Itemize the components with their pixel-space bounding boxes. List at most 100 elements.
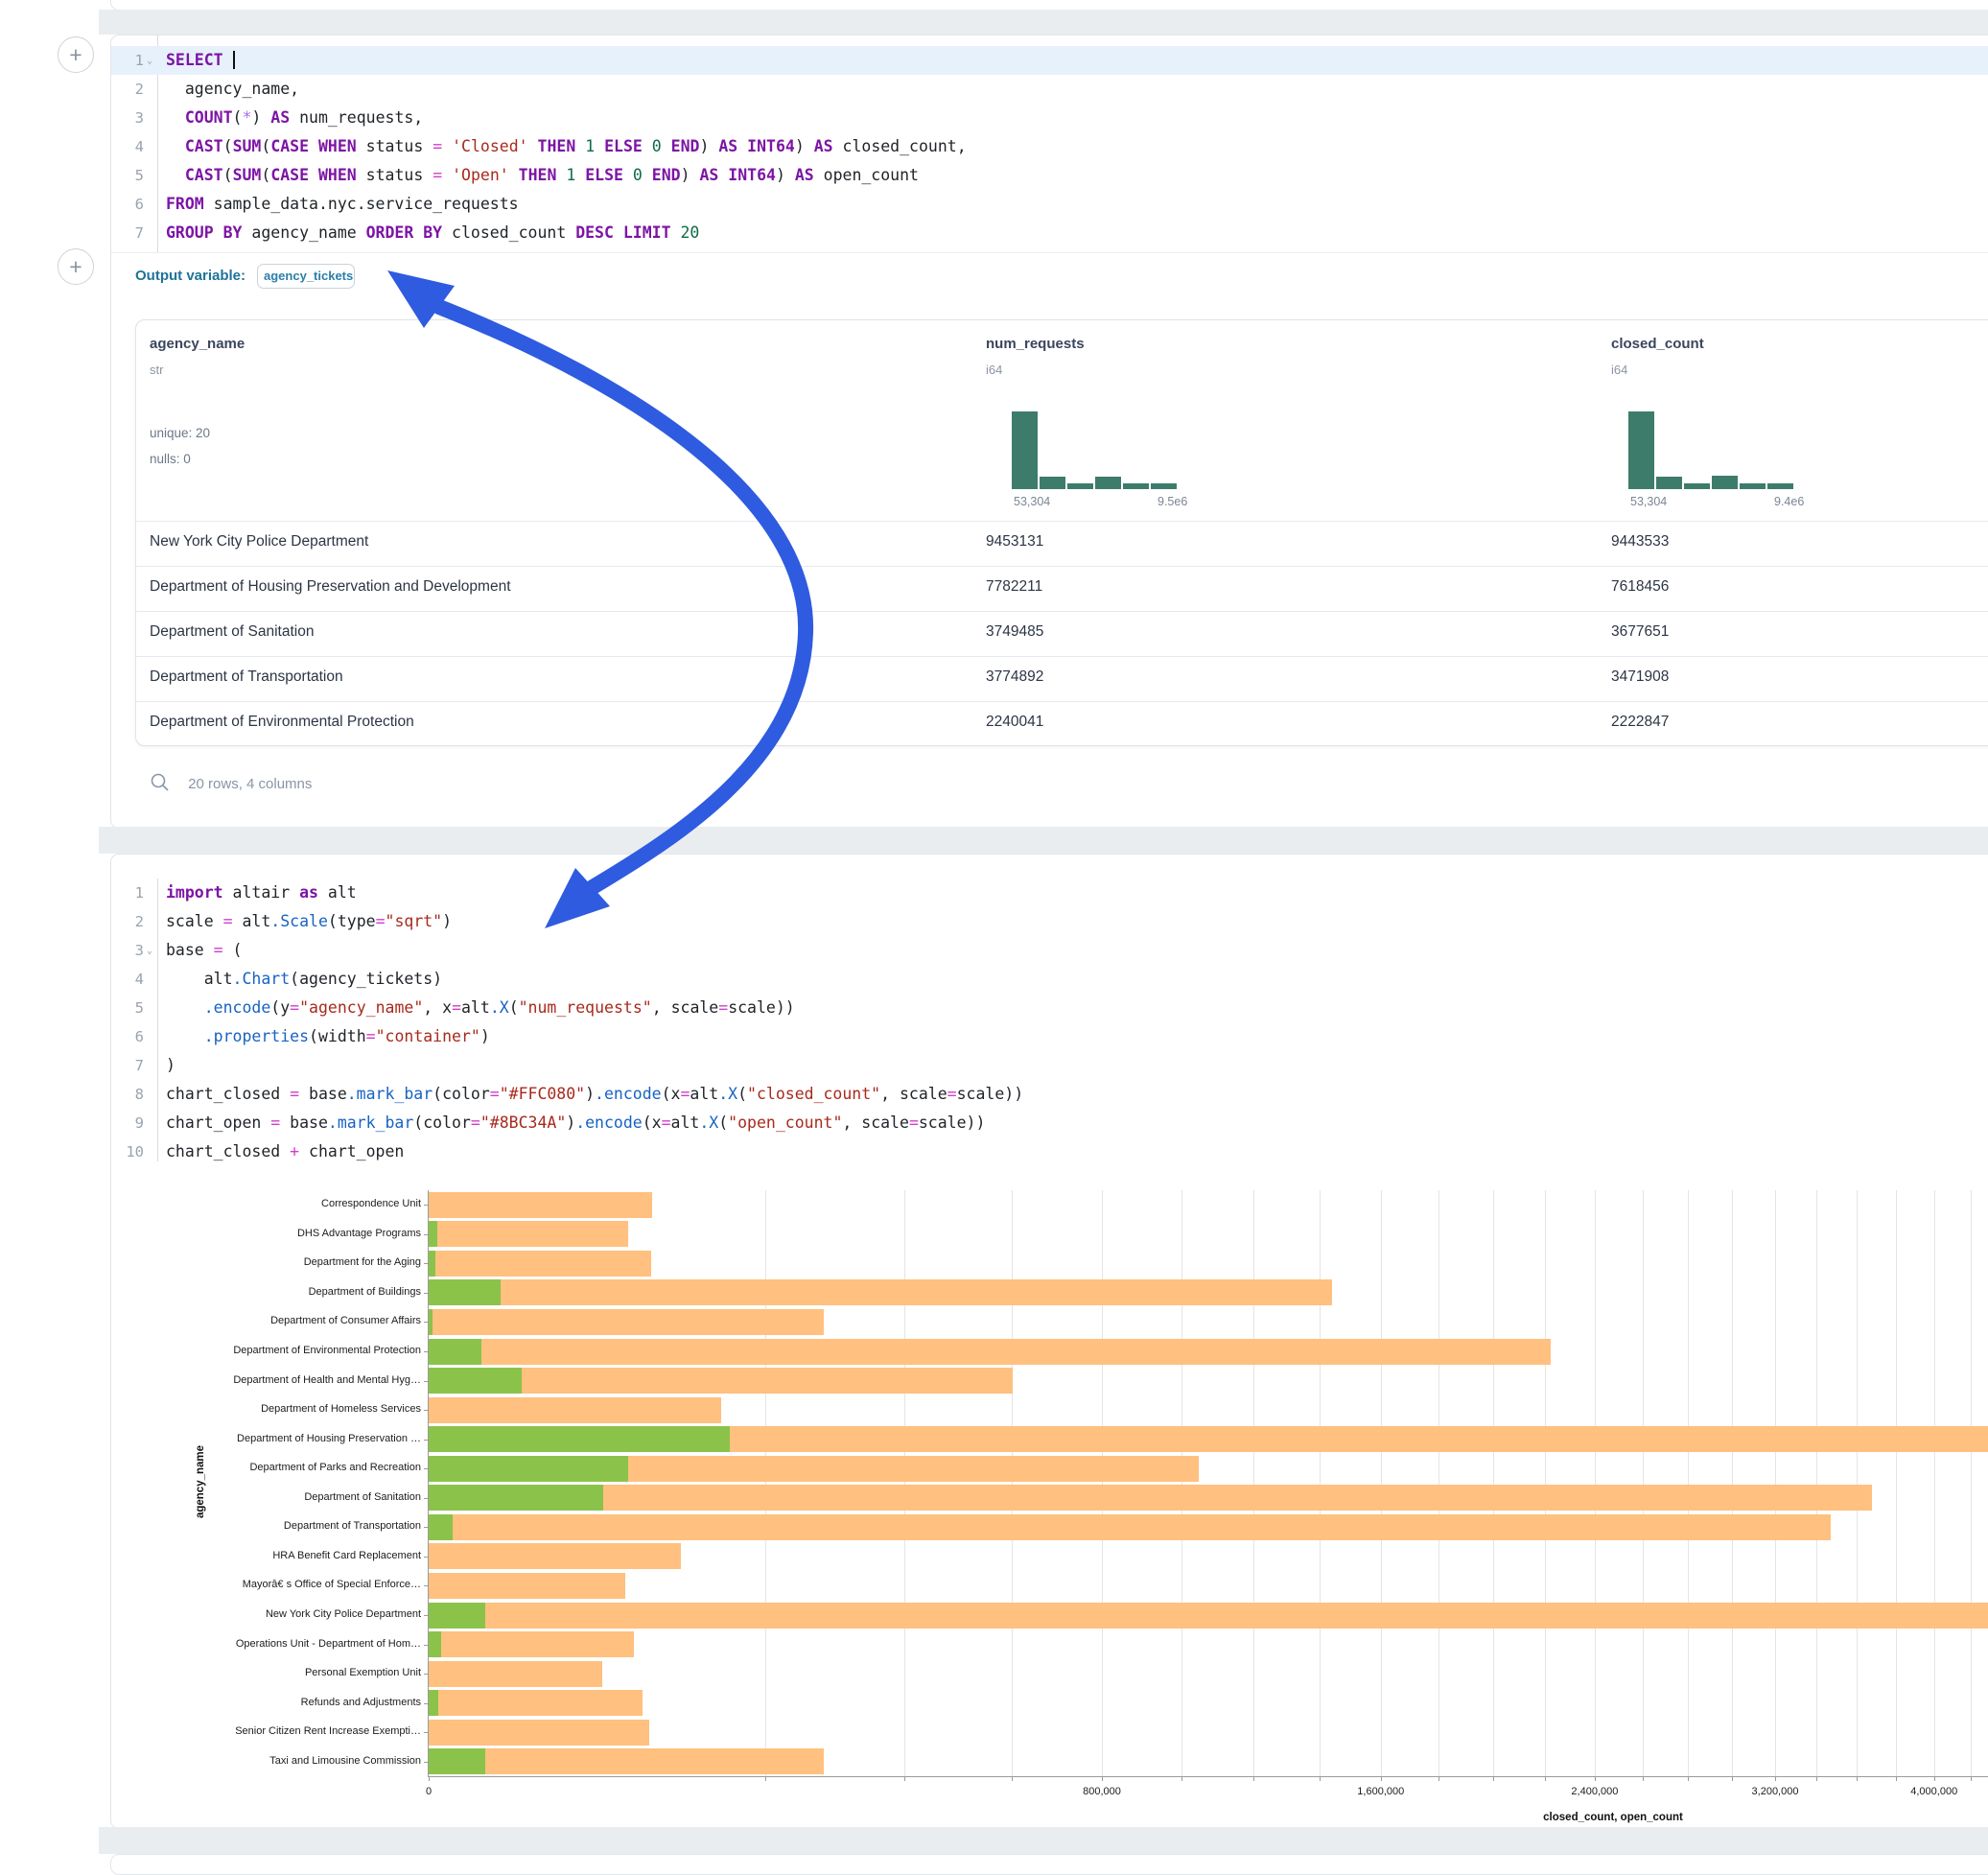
- code-text: FROM sample_data.nyc.service_requests: [166, 190, 519, 219]
- sql-code-editor[interactable]: 1⌄SELECT 2 agency_name,3 COUNT(*) AS num…: [111, 35, 1988, 252]
- result-table: agency_namestrunique: 20nulls: 0num_requ…: [135, 319, 1988, 746]
- code-line[interactable]: 5 CAST(SUM(CASE WHEN status = 'Open' THE…: [111, 161, 1988, 190]
- text-cursor: [233, 51, 235, 69]
- code-line[interactable]: 1⌄SELECT: [111, 46, 1988, 75]
- gridline: [1732, 1190, 1733, 1776]
- table-cell[interactable]: Department of Sanitation: [150, 623, 314, 641]
- row-count-label: 20 rows, 4 columns: [188, 776, 312, 792]
- y-axis-label: Department of Health and Mental Hyg…: [170, 1374, 421, 1386]
- gridline: [1102, 1190, 1103, 1776]
- x-axis-tick: [1181, 1776, 1182, 1781]
- code-text: agency_name,: [166, 75, 299, 104]
- bar-closed: [429, 1720, 649, 1746]
- table-cell[interactable]: Department of Transportation: [150, 668, 343, 686]
- x-axis-tick: [1012, 1776, 1013, 1781]
- add-cell-button[interactable]: +: [58, 248, 94, 285]
- x-axis-tick-label: 0: [362, 1786, 496, 1797]
- python-cell: 1import altair as alt2scale = alt.Scale(…: [110, 854, 1988, 1829]
- code-line[interactable]: 7GROUP BY agency_name ORDER BY closed_co…: [111, 219, 1988, 247]
- output-variable-pill[interactable]: agency_tickets: [257, 264, 355, 289]
- table-cell: 7618456: [1611, 578, 1669, 596]
- x-axis-tick: [1595, 1776, 1596, 1781]
- gridline: [1493, 1190, 1494, 1776]
- code-text: GROUP BY agency_name ORDER BY closed_cou…: [166, 219, 699, 247]
- table-cell: 7782211: [986, 578, 1042, 596]
- gridline: [1643, 1190, 1644, 1776]
- x-axis-tick-label: 4,000,000: [1867, 1786, 1988, 1797]
- code-text: CAST(SUM(CASE WHEN status = 'Closed' THE…: [166, 132, 967, 161]
- code-text: SELECT: [166, 46, 235, 75]
- search-icon[interactable]: [150, 772, 171, 793]
- gridline: [1438, 1190, 1439, 1776]
- code-line[interactable]: 4 CAST(SUM(CASE WHEN status = 'Closed' T…: [111, 132, 1988, 161]
- gridline: [1320, 1190, 1321, 1776]
- column-stat: nulls: 0: [150, 452, 191, 466]
- output-variable-row: Output variable: agency_tickets: [135, 264, 355, 293]
- y-axis-label: Department of Housing Preservation …: [170, 1433, 421, 1444]
- histogram-min-label: 53,304: [1630, 495, 1667, 508]
- bar-closed: [429, 1603, 1988, 1629]
- column-header[interactable]: num_requests: [986, 336, 1085, 352]
- bar-open: [429, 1221, 437, 1247]
- bar-closed: [429, 1631, 634, 1657]
- bar-open: [429, 1456, 628, 1482]
- line-number: 4: [111, 132, 144, 161]
- column-type: str: [150, 363, 163, 377]
- histogram-bar: [1767, 483, 1793, 489]
- histogram-max-label: 9.5e6: [1158, 495, 1187, 508]
- table-cell: 3749485: [986, 623, 1043, 641]
- fold-icon[interactable]: ⌄: [147, 47, 156, 76]
- column-header[interactable]: closed_count: [1611, 336, 1704, 352]
- cell-gap: [99, 1827, 1988, 1854]
- bar-open: [429, 1631, 441, 1657]
- gridline: [1896, 1190, 1897, 1776]
- bar-closed: [429, 1573, 625, 1599]
- code-line[interactable]: 3 COUNT(*) AS num_requests,: [111, 104, 1988, 132]
- bar-open: [429, 1485, 603, 1511]
- table-cell[interactable]: Department of Environmental Protection: [150, 714, 414, 731]
- bar-open: [429, 1368, 522, 1394]
- add-cell-button[interactable]: +: [58, 36, 94, 73]
- bar-open: [429, 1748, 485, 1774]
- cell-gap: [99, 827, 1988, 854]
- gridline: [904, 1190, 905, 1776]
- bar-closed: [429, 1251, 651, 1277]
- column-type: i64: [1611, 363, 1627, 377]
- table-cell[interactable]: New York City Police Department: [150, 533, 368, 551]
- x-axis-title: closed_count, open_count: [429, 1812, 1988, 1823]
- y-axis-label: Department for the Aging: [170, 1256, 421, 1268]
- bar-open: [429, 1690, 438, 1716]
- y-axis-label: Department of Parks and Recreation: [170, 1462, 421, 1473]
- gridline: [1934, 1190, 1935, 1776]
- y-axis-label: Department of Buildings: [170, 1286, 421, 1298]
- gridline: [1857, 1190, 1858, 1776]
- x-axis-tick-label: 3,200,000: [1708, 1786, 1842, 1797]
- gridline: [1816, 1190, 1817, 1776]
- code-line[interactable]: 2 agency_name,: [111, 75, 1988, 104]
- x-axis-tick-label: 800,000: [1035, 1786, 1169, 1797]
- bar-open: [429, 1309, 433, 1335]
- table-cell: 2240041: [986, 714, 1043, 731]
- bar-open: [429, 1251, 435, 1277]
- x-axis-tick: [1381, 1776, 1382, 1781]
- code-line[interactable]: 6FROM sample_data.nyc.service_requests: [111, 190, 1988, 219]
- histogram-bar: [1656, 477, 1682, 489]
- y-axis-label: New York City Police Department: [170, 1608, 421, 1620]
- bar-closed: [429, 1543, 681, 1569]
- histogram-min-label: 53,304: [1014, 495, 1050, 508]
- column-header[interactable]: agency_name: [150, 336, 245, 352]
- x-axis-tick: [1643, 1776, 1644, 1781]
- gridline: [1381, 1190, 1382, 1776]
- x-axis-tick: [1438, 1776, 1439, 1781]
- y-axis-label: Department of Environmental Protection: [170, 1345, 421, 1356]
- y-axis-label: Refunds and Adjustments: [170, 1697, 421, 1708]
- table-cell[interactable]: Department of Housing Preservation and D…: [150, 578, 511, 596]
- sql-cell: 1⌄SELECT 2 agency_name,3 COUNT(*) AS num…: [110, 35, 1988, 829]
- output-variable-label: Output variable:: [135, 268, 246, 284]
- histogram-bar: [1712, 476, 1738, 489]
- x-axis-tick: [1320, 1776, 1321, 1781]
- line-number: 5: [111, 161, 144, 190]
- table-cell: 2222847: [1611, 714, 1669, 731]
- gridline: [1971, 1190, 1972, 1776]
- code-text: CAST(SUM(CASE WHEN status = 'Open' THEN …: [166, 161, 919, 190]
